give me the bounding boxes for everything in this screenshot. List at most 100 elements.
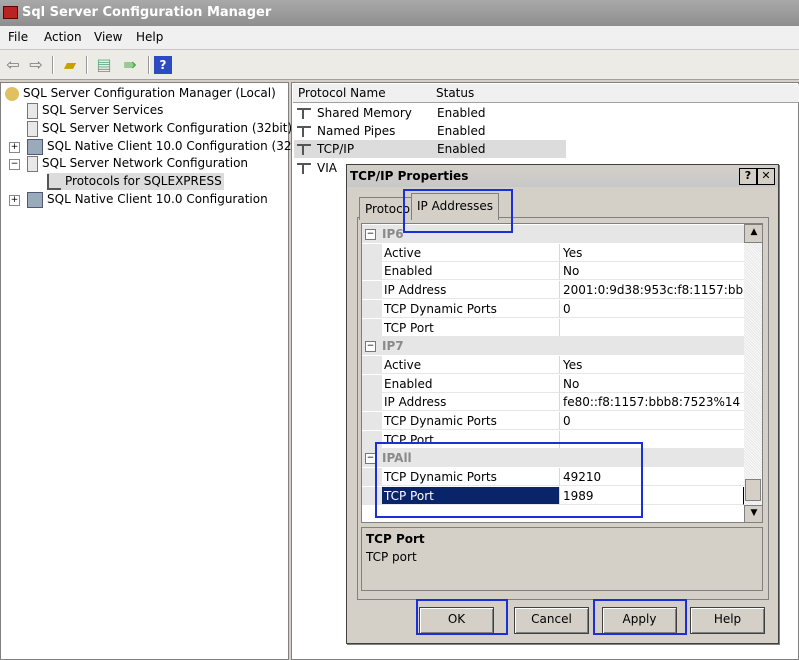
menu-file[interactable]: File	[8, 30, 28, 44]
property-value[interactable]: 0	[560, 412, 744, 430]
grid-gutter	[362, 300, 382, 318]
property-description-panel: TCP Port TCP port	[361, 527, 763, 591]
property-value[interactable]: No	[560, 262, 744, 280]
tree-item-label: SQL Server Services	[42, 103, 164, 117]
dialog-title: TCP/IP Properties	[350, 169, 469, 183]
grid-gutter	[362, 412, 382, 430]
protocol-icon	[297, 126, 311, 139]
menu-bar: File Action View Help	[0, 26, 799, 50]
window-title: Sql Server Configuration Manager	[22, 5, 272, 20]
server-icon	[27, 155, 38, 172]
help-button[interactable]: Help	[690, 607, 765, 634]
tree-item-services[interactable]: SQL Server Services	[27, 102, 163, 119]
protocol-name: Shared Memory	[317, 106, 412, 120]
protocol-icon	[297, 144, 311, 157]
collapse-icon[interactable]: −	[365, 229, 376, 240]
tree-item-network-32bit[interactable]: SQL Server Network Configuration (32bit)	[27, 120, 292, 137]
properties-icon[interactable]: ▤	[94, 55, 114, 75]
description-text: TCP port	[366, 550, 417, 564]
navigation-tree: SQL Server Configuration Manager (Local)…	[0, 82, 312, 660]
collapse-icon[interactable]: −	[9, 159, 20, 170]
tree-item-label: SQL Server Configuration Manager (Local)	[23, 86, 276, 100]
tree-item-label: SQL Server Network Configuration	[42, 156, 249, 170]
expand-icon[interactable]: +	[9, 142, 20, 153]
property-value[interactable]: No	[560, 375, 744, 393]
grid-row[interactable]: IP Address 2001:0:9d38:953c:f8:1157:bbb8:	[362, 281, 744, 299]
protocol-status: Enabled	[437, 106, 486, 120]
menu-help[interactable]: Help	[136, 30, 163, 44]
property-value[interactable]: 2001:0:9d38:953c:f8:1157:bbb8:	[560, 281, 744, 299]
grid-gutter	[362, 375, 382, 393]
sql-manager-icon	[5, 86, 19, 101]
tree-item-protocols-sqlexpress[interactable]: Protocols for SQLEXPRESS	[47, 173, 224, 190]
grid-row[interactable]: Active Yes	[362, 244, 744, 262]
expand-icon[interactable]: +	[9, 195, 20, 206]
property-value[interactable]: 0	[560, 300, 744, 318]
grid-row[interactable]: Enabled No	[362, 375, 744, 393]
window-title-bar: Sql Server Configuration Manager	[0, 0, 799, 26]
highlight-ok-button	[416, 599, 508, 635]
property-name: TCP Dynamic Ports	[382, 412, 560, 430]
toolbar-separator	[52, 56, 54, 74]
property-value[interactable]: Yes	[560, 356, 744, 374]
grid-row[interactable]: IP Address fe80::f8:1157:bbb8:7523%14	[362, 393, 744, 411]
vertical-scrollbar[interactable]: ▲ ▼	[744, 224, 762, 522]
grid-row[interactable]: Active Yes	[362, 356, 744, 374]
description-title: TCP Port	[366, 532, 425, 546]
property-name: IP Address	[382, 393, 560, 411]
tree-item-native-client-32bit[interactable]: SQL Native Client 10.0 Configuration (32…	[27, 138, 312, 155]
property-name: Active	[382, 356, 560, 374]
toolbar-separator	[148, 56, 150, 74]
toolbar-separator	[86, 56, 88, 74]
back-arrow-icon[interactable]: ⇦	[3, 55, 23, 75]
grid-category-label: IP6	[382, 227, 404, 241]
grid-row[interactable]: Enabled No	[362, 262, 744, 280]
protocol-name: VIA	[317, 161, 337, 175]
collapse-icon[interactable]: −	[365, 341, 376, 352]
property-name: Enabled	[382, 262, 560, 280]
scroll-down-icon[interactable]: ▼	[744, 505, 762, 522]
computer-icon	[27, 191, 43, 208]
property-value[interactable]: fe80::f8:1157:bbb8:7523%14	[560, 393, 744, 411]
column-header-status[interactable]: Status	[431, 84, 574, 103]
grid-row[interactable]: TCP Port	[362, 319, 744, 337]
help-icon[interactable]: ?	[154, 56, 172, 74]
tcp-ip-properties-dialog: TCP/IP Properties ? ✕ Protocol IP Addres…	[346, 164, 779, 644]
protocol-status: Enabled	[437, 124, 486, 138]
tree-item-native-client[interactable]: SQL Native Client 10.0 Configuration	[27, 191, 268, 208]
list-row-tcp-ip[interactable]: TCP/IP Enabled	[294, 140, 566, 158]
dialog-help-icon[interactable]: ?	[739, 168, 757, 185]
grid-row[interactable]: TCP Dynamic Ports 0	[362, 412, 744, 430]
property-name: TCP Dynamic Ports	[382, 300, 560, 318]
export-icon[interactable]: ⇛	[120, 55, 140, 75]
grid-gutter	[362, 281, 382, 299]
list-row-shared-memory[interactable]: Shared Memory Enabled	[294, 104, 566, 122]
dialog-close-icon[interactable]: ✕	[757, 168, 775, 185]
cancel-button[interactable]: Cancel	[514, 607, 589, 634]
grid-category-ip7[interactable]: − IP7	[362, 337, 744, 355]
tree-item-label: SQL Native Client 10.0 Configuration	[47, 192, 268, 206]
property-name: TCP Port	[382, 319, 560, 337]
property-value[interactable]	[560, 319, 744, 337]
property-name: Enabled	[382, 375, 560, 393]
list-row-named-pipes[interactable]: Named Pipes Enabled	[294, 122, 566, 140]
scroll-thumb[interactable]	[745, 479, 761, 501]
tree-item-network[interactable]: SQL Server Network Configuration	[27, 155, 248, 172]
toolbar: ⇦ ⇨ ▰ ▤ ⇛ ?	[0, 50, 799, 80]
menu-view[interactable]: View	[94, 30, 122, 44]
property-value[interactable]: Yes	[560, 244, 744, 262]
tree-item-root[interactable]: SQL Server Configuration Manager (Local)	[5, 85, 276, 102]
server-icon	[27, 102, 38, 119]
grid-row[interactable]: TCP Dynamic Ports 0	[362, 300, 744, 318]
menu-action[interactable]: Action	[44, 30, 82, 44]
column-header-protocol-name[interactable]: Protocol Name	[293, 84, 437, 103]
tree-item-label: Protocols for SQLEXPRESS	[65, 174, 222, 188]
grid-gutter	[362, 319, 382, 337]
tab-ip-addresses[interactable]: IP Addresses	[411, 193, 500, 220]
scroll-up-icon[interactable]: ▲	[744, 224, 762, 243]
forward-arrow-icon[interactable]: ⇨	[26, 55, 46, 75]
dialog-title-bar: TCP/IP Properties	[347, 165, 778, 187]
up-folder-icon[interactable]: ▰	[60, 55, 80, 75]
grid-gutter	[362, 262, 382, 280]
protocol-icon	[297, 108, 311, 121]
